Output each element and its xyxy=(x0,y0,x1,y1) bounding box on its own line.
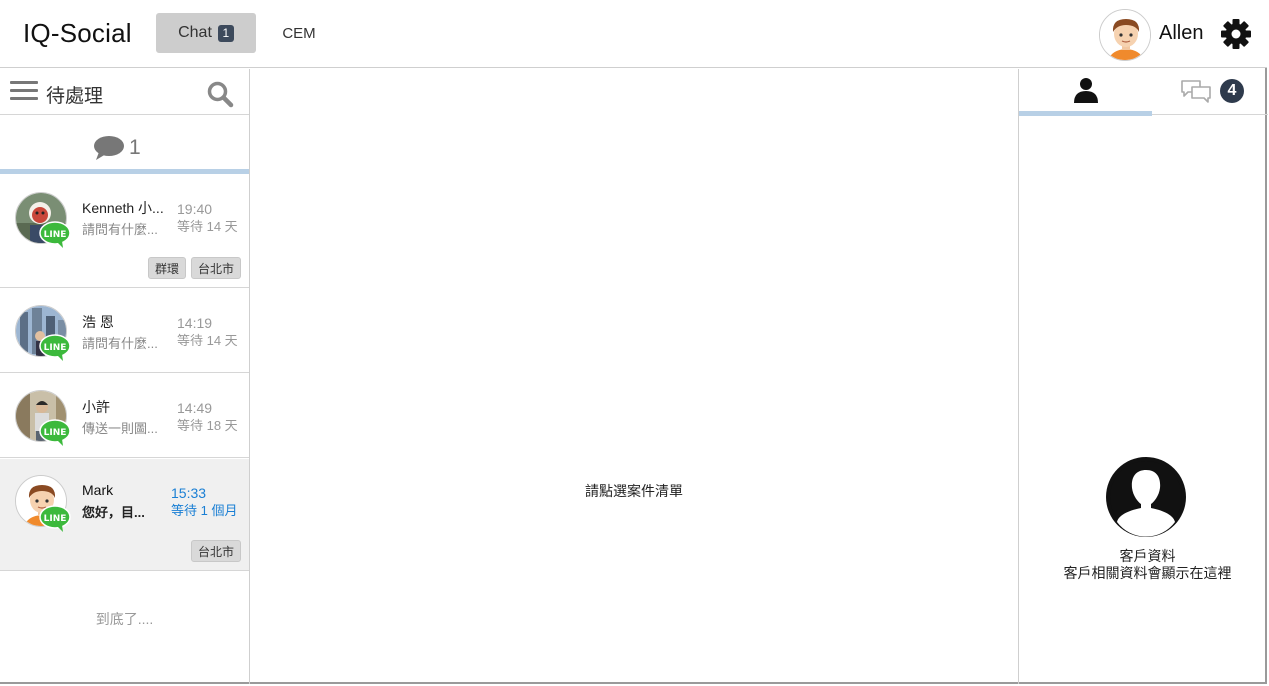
conversation-item[interactable]: LINE 浩 恩 請問有什麼... 14:19 等待 14 天 xyxy=(0,289,249,373)
tab-chat-label: Chat xyxy=(178,24,212,41)
conversation-item[interactable]: LINE 小許 傳送一則圖... 14:49 等待 18 天 xyxy=(0,374,249,458)
menu-icon[interactable] xyxy=(10,81,38,103)
message-preview: 傳送一則圖... xyxy=(82,421,158,436)
chat-count-badge: 1 xyxy=(217,24,234,42)
contact-name: Kenneth 小... xyxy=(82,200,164,216)
profile-subtitle: 客戶相關資料會顯示在這裡 xyxy=(1063,565,1232,581)
queue-count-tab[interactable]: 1 xyxy=(0,116,249,174)
person-icon xyxy=(1073,77,1099,103)
tag-badge: 台北市 xyxy=(191,257,242,279)
speech-bubble-icon xyxy=(93,135,125,161)
tab-customer-profile[interactable] xyxy=(1019,69,1152,116)
line-icon: LINE xyxy=(39,419,71,447)
svg-text:LINE: LINE xyxy=(44,343,67,353)
empty-state-hint: 請點選案件清單 xyxy=(585,483,683,499)
active-tab-indicator xyxy=(1019,111,1152,116)
wait-duration: 等待 18 天 xyxy=(177,418,238,433)
history-count-badge: 4 xyxy=(1220,79,1244,103)
line-icon: LINE xyxy=(39,505,71,533)
user-avatar[interactable] xyxy=(1099,9,1151,61)
svg-text:LINE: LINE xyxy=(44,514,67,524)
user-name[interactable]: Allen xyxy=(1159,22,1203,45)
gear-icon[interactable] xyxy=(1219,17,1253,51)
search-icon[interactable] xyxy=(206,80,234,108)
queue-panel: 待處理 1 LINE Kenneth 小... 請問有什麼... 19:40 等… xyxy=(0,69,250,684)
line-icon: LINE xyxy=(39,334,71,362)
contact-name: 浩 恩 xyxy=(82,314,114,330)
message-preview: 請問有什麼... xyxy=(82,336,158,351)
line-icon: LINE xyxy=(39,221,71,249)
chat-area: 請點選案件清單 xyxy=(250,69,1018,684)
svg-text:LINE: LINE xyxy=(44,230,67,240)
wait-duration: 等待 1 個月 xyxy=(171,503,238,518)
contact-name: 小許 xyxy=(82,399,110,415)
queue-toolbar: 待處理 xyxy=(0,69,249,115)
tag-badge: 台北市 xyxy=(191,540,242,562)
app-title: IQ-Social xyxy=(23,18,132,48)
message-time: 14:49 xyxy=(177,400,213,416)
customer-panel: 4 客戶資料 客戶相關資料會顯示在這裡 xyxy=(1018,69,1268,684)
tab-cem[interactable]: CEM xyxy=(270,13,328,53)
chat-bubbles-icon xyxy=(1180,79,1212,103)
wait-duration: 等待 14 天 xyxy=(177,219,238,234)
contact-name: Mark xyxy=(82,482,114,498)
message-time: 19:40 xyxy=(177,201,213,217)
message-preview: 您好，目... xyxy=(82,505,145,520)
conversation-item-active[interactable]: LINE Mark 您好，目... 15:33 等待 1 個月 台北市 xyxy=(0,459,249,571)
tab-conversation-history[interactable]: 4 xyxy=(1152,69,1268,115)
top-header: IQ-Social Chat 1 CEM Allen xyxy=(0,0,1267,68)
end-of-list-note: 到底了.... xyxy=(95,611,154,627)
svg-text:LINE: LINE xyxy=(44,428,67,438)
tag-badge: 群環 xyxy=(148,257,187,279)
customer-panel-tabs: 4 xyxy=(1019,69,1268,116)
message-preview: 請問有什麼... xyxy=(82,222,158,237)
default-profile-icon xyxy=(1105,456,1187,538)
queue-count: 1 xyxy=(129,136,141,159)
wait-duration: 等待 14 天 xyxy=(177,333,238,348)
message-time: 14:19 xyxy=(177,315,213,331)
tab-chat[interactable]: Chat 1 xyxy=(156,13,256,53)
active-tab-indicator xyxy=(0,169,249,174)
message-time: 15:33 xyxy=(171,485,207,501)
app-frame: IQ-Social Chat 1 CEM Allen 待處理 1 LINE Ke… xyxy=(0,0,1268,684)
queue-title: 待處理 xyxy=(46,86,104,107)
conversation-item[interactable]: LINE Kenneth 小... 請問有什麼... 19:40 等待 14 天… xyxy=(0,175,249,288)
